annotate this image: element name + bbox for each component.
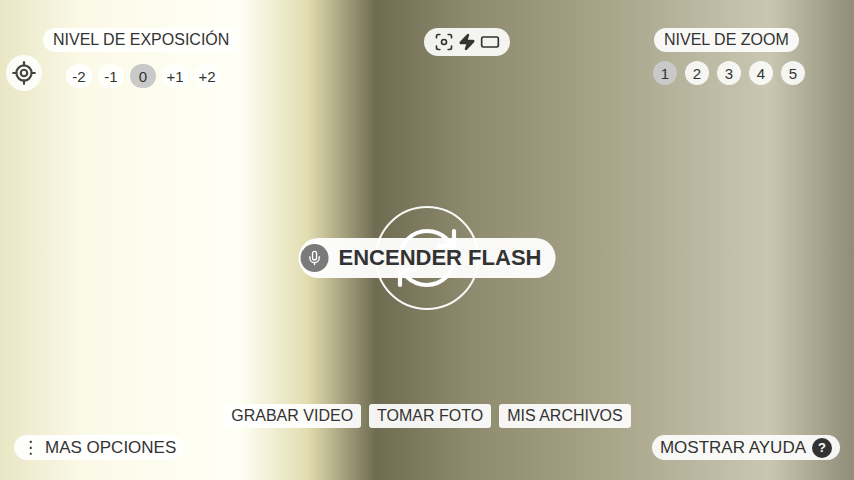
zoom-level-button[interactable]: 3 bbox=[717, 61, 741, 85]
switch-camera-control: ENCENDER FLASH bbox=[375, 206, 479, 310]
autofocus-icon[interactable] bbox=[434, 32, 454, 52]
flash-icon[interactable] bbox=[458, 33, 476, 51]
aspect-ratio-icon[interactable] bbox=[480, 32, 500, 52]
target-icon bbox=[11, 60, 37, 86]
more-options-button[interactable]: ⋮ MAS OPCIONES bbox=[14, 435, 184, 460]
mic-badge bbox=[301, 244, 329, 272]
action-button[interactable]: TOMAR FOTO bbox=[369, 404, 491, 428]
exposure-level-button[interactable]: +1 bbox=[162, 64, 188, 88]
help-badge: ? bbox=[812, 438, 832, 458]
zoom-level-button[interactable]: 1 bbox=[653, 61, 677, 85]
exposure-level-button[interactable]: -2 bbox=[66, 64, 92, 88]
exposure-level-button[interactable]: -1 bbox=[98, 64, 124, 88]
exposure-panel: NIVEL DE EXPOSICIÓN -2-10+1+2 bbox=[6, 28, 246, 91]
more-options-label: MAS OPCIONES bbox=[45, 438, 176, 458]
top-bar: NIVEL DE EXPOSICIÓN -2-10+1+2 NIVEL DE ZOO… bbox=[0, 28, 854, 91]
exposure-level-button[interactable]: +2 bbox=[194, 64, 220, 88]
exposure-levels: -2-10+1+2 bbox=[6, 61, 246, 91]
voice-command-bubble: ENCENDER FLASH bbox=[299, 238, 556, 278]
help-label: MOSTRAR AYUDA bbox=[660, 438, 806, 458]
action-button[interactable]: GRABAR VIDEO bbox=[223, 404, 361, 428]
camera-mode-toolbar bbox=[424, 28, 510, 56]
action-button[interactable]: MIS ARCHIVOS bbox=[499, 404, 631, 428]
zoom-level-button[interactable]: 2 bbox=[685, 61, 709, 85]
bottom-bar: ⋮ MAS OPCIONES MOSTRAR AYUDA? bbox=[0, 435, 854, 460]
voice-command-text: ENCENDER FLASH bbox=[339, 245, 542, 271]
exposure-level-button[interactable]: 0 bbox=[130, 64, 156, 88]
exposure-label: NIVEL DE EXPOSICIÓN bbox=[43, 28, 239, 52]
zoom-label: NIVEL DE ZOOM bbox=[654, 28, 799, 52]
camera-screen: NIVEL DE EXPOSICIÓN -2-10+1+2 NIVEL DE ZOO… bbox=[0, 0, 854, 480]
zoom-panel: NIVEL DE ZOOM 12345 bbox=[654, 28, 806, 85]
zoom-levels: 12345 bbox=[653, 61, 805, 85]
center-area: ENCENDER FLASH bbox=[0, 91, 854, 404]
zoom-level-button[interactable]: 4 bbox=[749, 61, 773, 85]
focus-target-button[interactable] bbox=[6, 55, 42, 91]
zoom-level-button[interactable]: 5 bbox=[781, 61, 805, 85]
actions-row: GRABAR VIDEO TOMAR FOTO MIS ARCHIVOS bbox=[0, 404, 854, 428]
help-button[interactable]: MOSTRAR AYUDA? bbox=[652, 435, 840, 460]
camera-overlay: NIVEL DE EXPOSICIÓN -2-10+1+2 NIVEL DE ZOO… bbox=[0, 0, 854, 480]
mic-icon bbox=[307, 250, 323, 266]
more-options-icon: ⋮ bbox=[22, 437, 39, 458]
